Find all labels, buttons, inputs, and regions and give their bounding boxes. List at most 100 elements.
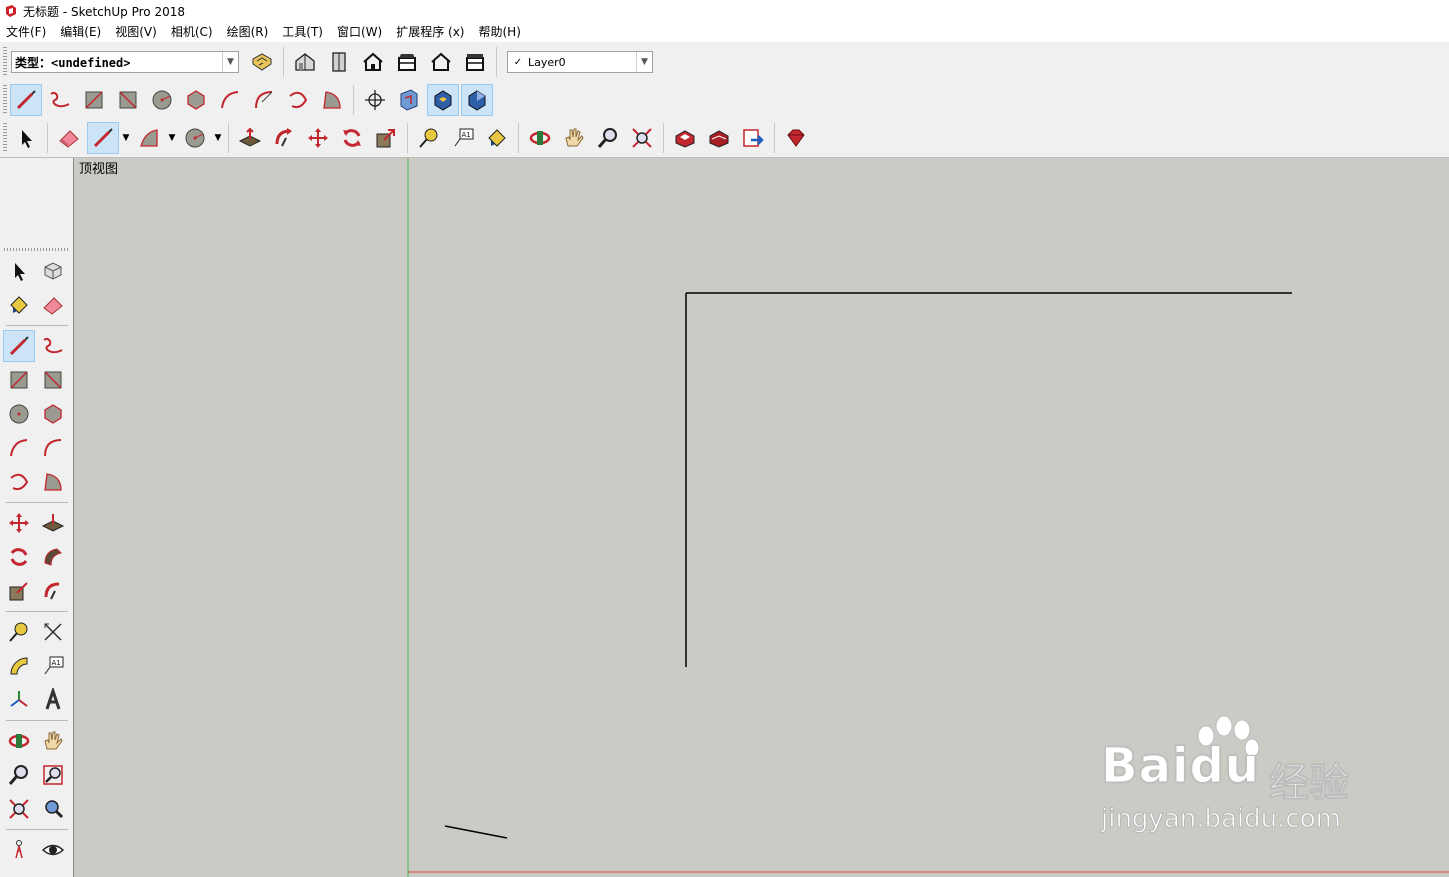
position-camera-button[interactable]: [3, 834, 35, 866]
rotate-tool-button[interactable]: [336, 122, 368, 154]
menu-tools[interactable]: 工具(T): [275, 22, 330, 42]
menu-extensions[interactable]: 扩展程序 (x): [389, 22, 471, 42]
pencil-tool-button[interactable]: [87, 122, 119, 154]
axes-button[interactable]: [359, 84, 391, 116]
orbit-tool-button[interactable]: [524, 122, 556, 154]
offset-tool-button[interactable]: [37, 575, 69, 607]
arc-tool-button[interactable]: [3, 432, 35, 464]
zoom-tool-button[interactable]: [3, 759, 35, 791]
polygon-tool-button[interactable]: [37, 398, 69, 430]
line-tool-button[interactable]: [3, 330, 35, 362]
menu-camera[interactable]: 相机(C): [164, 22, 220, 42]
zoom-extents-button[interactable]: [626, 122, 658, 154]
zoom-extents-button[interactable]: [3, 793, 35, 825]
axes-tool-button[interactable]: [3, 684, 35, 716]
circle-tool-button[interactable]: [3, 398, 35, 430]
chevron-down-icon[interactable]: ▼: [212, 122, 224, 154]
eraser-tool-button[interactable]: [53, 122, 85, 154]
previous-view-button[interactable]: [37, 793, 69, 825]
tape-measure-button[interactable]: [3, 616, 35, 648]
3d-warehouse-button[interactable]: [669, 122, 701, 154]
circle-tool-button-2[interactable]: [179, 122, 211, 154]
menu-draw[interactable]: 绘图(R): [220, 22, 276, 42]
three-point-arc-button[interactable]: [282, 84, 314, 116]
palette-grip[interactable]: [4, 248, 70, 251]
toolbar-separator: [228, 123, 229, 153]
drawn-edge-short[interactable]: [444, 825, 508, 839]
left-view-button[interactable]: [459, 46, 491, 78]
text-tool-button[interactable]: A1: [447, 122, 479, 154]
shapes-tool-button[interactable]: [133, 122, 165, 154]
top-view-button[interactable]: [323, 46, 355, 78]
section-fill-button[interactable]: [427, 84, 459, 116]
zoom-window-button[interactable]: [37, 759, 69, 791]
orbit-tool-button[interactable]: [3, 725, 35, 757]
scale-tool-button[interactable]: [3, 575, 35, 607]
two-point-arc-button[interactable]: [248, 84, 280, 116]
menu-help[interactable]: 帮助(H): [471, 22, 527, 42]
select-tool-button[interactable]: [10, 122, 42, 154]
tape-measure-button[interactable]: [413, 122, 445, 154]
toolbar-grip[interactable]: [3, 47, 7, 77]
menu-view[interactable]: 视图(V): [108, 22, 164, 42]
chevron-down-icon[interactable]: ▼: [636, 52, 652, 72]
send-to-layout-button[interactable]: [737, 122, 769, 154]
pan-tool-button[interactable]: [37, 725, 69, 757]
eraser-tool-button[interactable]: [37, 289, 69, 321]
push-pull-button[interactable]: [37, 507, 69, 539]
rectangle-tool-button[interactable]: [78, 84, 110, 116]
rectangle-tool-button[interactable]: [3, 364, 35, 396]
arc-tool-button[interactable]: [214, 84, 246, 116]
make-component-button[interactable]: [37, 255, 69, 287]
section-plane-button[interactable]: [393, 84, 425, 116]
chevron-down-icon[interactable]: ▼: [166, 122, 178, 154]
toolbar-grip[interactable]: [3, 123, 7, 153]
menu-edit[interactable]: 编辑(E): [53, 22, 108, 42]
freehand-tool-button[interactable]: [37, 330, 69, 362]
text-tool-button[interactable]: A1: [37, 650, 69, 682]
drawing-canvas[interactable]: [74, 158, 1449, 877]
layer-combo[interactable]: ✓ Layer0 ▼: [507, 51, 653, 73]
follow-me-button[interactable]: [37, 541, 69, 573]
move-tool-button[interactable]: [3, 507, 35, 539]
component-attributes-button[interactable]: [246, 46, 278, 78]
front-view-button[interactable]: [357, 46, 389, 78]
circle-tool-button[interactable]: [146, 84, 178, 116]
line-tool-button[interactable]: [10, 84, 42, 116]
look-around-button[interactable]: [37, 834, 69, 866]
extension-warehouse-button[interactable]: [703, 122, 735, 154]
pan-tool-button[interactable]: [558, 122, 590, 154]
polygon-tool-button[interactable]: [180, 84, 212, 116]
zoom-tool-button[interactable]: [592, 122, 624, 154]
push-pull-button[interactable]: [234, 122, 266, 154]
right-view-button[interactable]: [391, 46, 423, 78]
toolbar-grip[interactable]: [3, 85, 7, 115]
menu-file[interactable]: 文件(F): [0, 22, 53, 42]
component-type-combo[interactable]: 类型：<undefined> ▼: [11, 51, 239, 73]
protractor-tool-button[interactable]: [3, 650, 35, 682]
move-tool-button[interactable]: [302, 122, 334, 154]
iso-view-button[interactable]: [289, 46, 321, 78]
section-cut-button[interactable]: [461, 84, 493, 116]
chevron-down-icon[interactable]: ▼: [222, 52, 238, 72]
ruby-console-button[interactable]: [780, 122, 812, 154]
rotated-rectangle-button[interactable]: [112, 84, 144, 116]
rotated-rectangle-button[interactable]: [37, 364, 69, 396]
follow-me-button[interactable]: [268, 122, 300, 154]
menu-window[interactable]: 窗口(W): [330, 22, 389, 42]
select-tool-button[interactable]: [3, 255, 35, 287]
chevron-down-icon[interactable]: ▼: [120, 122, 132, 154]
rotate-tool-button[interactable]: [3, 541, 35, 573]
pie-tool-button[interactable]: [37, 466, 69, 498]
three-point-arc-button[interactable]: [3, 466, 35, 498]
two-point-arc-button[interactable]: [37, 432, 69, 464]
freehand-tool-button[interactable]: [44, 84, 76, 116]
dimension-tool-button[interactable]: [37, 616, 69, 648]
back-view-button[interactable]: [425, 46, 457, 78]
paint-bucket-button[interactable]: [3, 289, 35, 321]
scale-tool-button[interactable]: [370, 122, 402, 154]
3d-text-button[interactable]: [37, 684, 69, 716]
drawing-viewport[interactable]: 顶视图 Baidu 经验 jingyan.baidu.com: [73, 158, 1449, 877]
paint-bucket-button[interactable]: [481, 122, 513, 154]
pie-tool-button[interactable]: [316, 84, 348, 116]
